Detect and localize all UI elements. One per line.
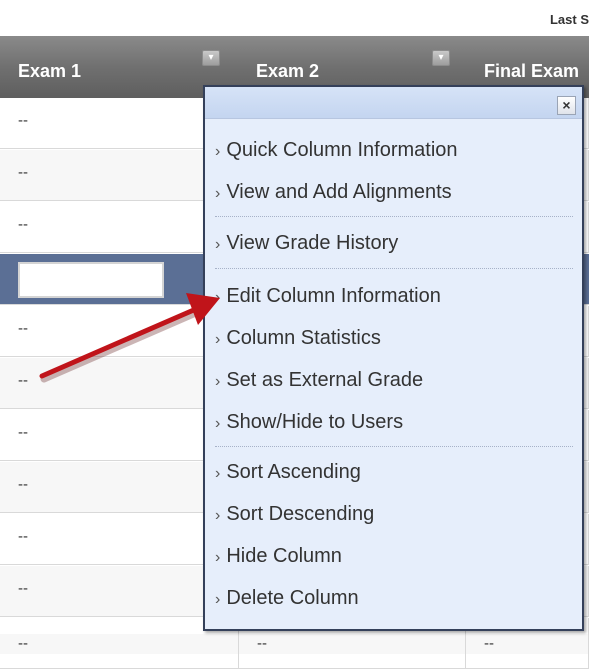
menu-item-hide-column[interactable]: › Hide Column (215, 535, 573, 577)
grade-cell[interactable]: -- (466, 634, 589, 654)
column-header-label: Final Exam (484, 61, 580, 81)
chevron-down-icon[interactable]: ▾ (202, 50, 220, 66)
menu-divider (215, 268, 573, 269)
menu-group-info: › Quick Column Information › View and Add … (215, 129, 573, 213)
menu-divider (215, 216, 573, 217)
last-saved-label: Last S (549, 12, 589, 27)
column-context-menu: × › Quick Column Information › View and Ad… (203, 85, 584, 631)
chevron-right-icon: › (215, 373, 221, 390)
chevron-right-icon: › (215, 185, 221, 202)
menu-item-delete-column[interactable]: › Delete Column (215, 577, 573, 619)
close-icon[interactable]: × (557, 96, 576, 115)
menu-group-sort: › Sort Ascending › Sort Descending › Hide C… (215, 451, 573, 619)
chevron-right-icon: › (215, 143, 221, 160)
grade-input[interactable] (18, 262, 164, 298)
chevron-right-icon: › (215, 236, 221, 253)
context-menu-titlebar: × (205, 87, 582, 119)
chevron-right-icon: › (215, 415, 221, 432)
menu-item-edit-column-information[interactable]: › Edit Column Information (215, 275, 573, 317)
table-row: -- -- -- (0, 634, 589, 654)
top-bar: Last S (0, 0, 589, 36)
menu-item-quick-column-information[interactable]: › Quick Column Information (215, 129, 573, 171)
menu-item-column-statistics[interactable]: › Column Statistics (215, 317, 573, 359)
chevron-right-icon: › (215, 507, 221, 524)
menu-group-column: › Edit Column Information › Column Statist… (215, 275, 573, 443)
column-header-label: Exam 2 (256, 61, 320, 81)
menu-divider (215, 446, 573, 447)
menu-group-history: › View Grade History (215, 222, 573, 264)
menu-item-sort-descending[interactable]: › Sort Descending (215, 493, 573, 535)
menu-item-sort-ascending[interactable]: › Sort Ascending (215, 451, 573, 493)
menu-item-view-grade-history[interactable]: › View Grade History (215, 222, 573, 264)
chevron-down-icon[interactable]: ▾ (432, 50, 450, 66)
grade-cell[interactable]: -- (0, 634, 239, 654)
chevron-right-icon: › (215, 465, 221, 482)
column-header-label: Exam 1 (18, 61, 82, 81)
chevron-right-icon: › (215, 331, 221, 348)
chevron-right-icon: › (215, 289, 221, 306)
grade-cell[interactable]: -- (239, 634, 466, 654)
menu-item-show-hide-to-users[interactable]: › Show/Hide to Users (215, 401, 573, 443)
menu-item-view-and-add-alignments[interactable]: › View and Add Alignments (215, 171, 573, 213)
chevron-right-icon: › (215, 591, 221, 608)
chevron-right-icon: › (215, 549, 221, 566)
menu-item-set-as-external-grade[interactable]: › Set as External Grade (215, 359, 573, 401)
